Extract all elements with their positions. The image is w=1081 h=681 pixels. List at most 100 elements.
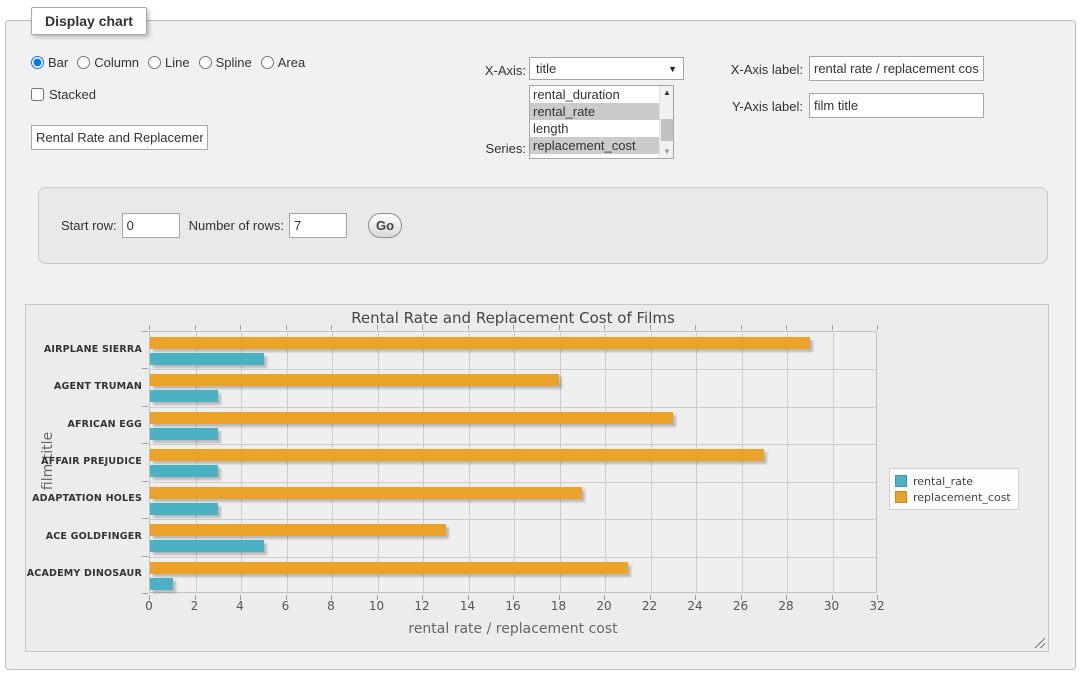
chart-type-bar[interactable]: Bar bbox=[31, 55, 68, 70]
go-button[interactable]: Go bbox=[368, 213, 402, 238]
chart-type-area[interactable]: Area bbox=[261, 55, 305, 70]
grid-line-horizontal bbox=[150, 482, 876, 483]
radio-column[interactable] bbox=[77, 56, 90, 69]
grid-line-horizontal bbox=[150, 369, 876, 370]
grid-line-vertical bbox=[196, 332, 197, 592]
chart-container: Rental Rate and Replacement Cost of Film… bbox=[25, 304, 1049, 652]
x-tick-label: 12 bbox=[402, 599, 442, 613]
bar-rental-rate-airplane-sierra bbox=[150, 353, 264, 365]
x-axis-top-tick bbox=[832, 325, 833, 330]
x-axis-top-tick bbox=[877, 325, 878, 330]
x-axis-top-tick bbox=[331, 325, 332, 330]
resize-grip[interactable] bbox=[1034, 637, 1045, 648]
scrollbar-thumb[interactable] bbox=[661, 119, 673, 141]
x-tick-label: 8 bbox=[311, 599, 351, 613]
x-axis-top-tick bbox=[468, 325, 469, 330]
x-axis-top-tick bbox=[149, 325, 150, 330]
x-axis-top-tick bbox=[559, 325, 560, 330]
legend-entry-replacement-cost: replacement_cost bbox=[895, 489, 1011, 505]
x-tick-label: 28 bbox=[766, 599, 806, 613]
x-tick-label: 18 bbox=[539, 599, 579, 613]
series-listbox[interactable]: rental_durationrental_ratelengthreplacem… bbox=[529, 85, 674, 159]
num-rows-input[interactable] bbox=[289, 213, 347, 238]
bar-rental-rate-adaptation-holes bbox=[150, 503, 218, 515]
chart-type-line[interactable]: Line bbox=[148, 55, 190, 70]
radio-label-area: Area bbox=[278, 55, 305, 70]
bar-replacement-cost-academy-dinosaur bbox=[150, 562, 628, 574]
x-axis-select[interactable]: title ▼ bbox=[529, 57, 684, 80]
chart-type-radio-group: Bar Column Line Spline Area bbox=[31, 55, 314, 70]
x-tick-label: 2 bbox=[175, 599, 215, 613]
x-tick-label: 26 bbox=[721, 599, 761, 613]
grid-line-vertical bbox=[514, 332, 515, 592]
x-tick-label: 4 bbox=[220, 599, 260, 613]
chart-title-input[interactable] bbox=[31, 125, 208, 150]
grid-line-horizontal bbox=[150, 557, 876, 558]
bar-rental-rate-ace-goldfinger bbox=[150, 540, 264, 552]
y-axis-tick bbox=[142, 406, 148, 407]
legend-label-replacement-cost: replacement_cost bbox=[913, 491, 1011, 504]
bar-rental-rate-academy-dinosaur bbox=[150, 578, 173, 590]
scroll-up-icon[interactable]: ▲ bbox=[660, 86, 674, 99]
bar-replacement-cost-adaptation-holes bbox=[150, 487, 582, 499]
category-label-affair-prejudice: AFFAIR PREJUDICE bbox=[26, 456, 142, 467]
x-axis-top-tick bbox=[240, 325, 241, 330]
radio-line[interactable] bbox=[148, 56, 161, 69]
series-scrollbar[interactable]: ▲ ▼ bbox=[659, 86, 673, 158]
series-option-length[interactable]: length bbox=[530, 120, 659, 137]
grid-line-horizontal bbox=[150, 444, 876, 445]
series-list-label: Series: bbox=[426, 141, 526, 156]
panel-legend: Display chart bbox=[31, 7, 147, 35]
start-row-label: Start row: bbox=[61, 218, 117, 233]
x-axis-top-tick bbox=[422, 325, 423, 330]
grid-line-vertical bbox=[833, 332, 834, 592]
grid-line-vertical bbox=[560, 332, 561, 592]
num-rows-label: Number of rows: bbox=[189, 218, 284, 233]
y-axis-tick bbox=[142, 331, 148, 332]
radio-label-spline: Spline bbox=[216, 55, 252, 70]
x-axis-top-tick bbox=[286, 325, 287, 330]
radio-spline[interactable] bbox=[199, 56, 212, 69]
x-axis-label-input[interactable] bbox=[809, 56, 984, 81]
bar-replacement-cost-airplane-sierra bbox=[150, 337, 810, 349]
series-option-rental-duration[interactable]: rental_duration bbox=[530, 86, 659, 103]
grid-line-horizontal bbox=[150, 407, 876, 408]
x-tick-label: 20 bbox=[584, 599, 624, 613]
x-tick-label: 24 bbox=[675, 599, 715, 613]
category-label-african-egg: AFRICAN EGG bbox=[26, 419, 142, 430]
start-row-input[interactable] bbox=[122, 213, 180, 238]
grid-line-vertical bbox=[742, 332, 743, 592]
series-option-rental-rate[interactable]: rental_rate bbox=[530, 103, 659, 120]
y-axis-label-input[interactable] bbox=[809, 93, 984, 118]
y-axis-tick bbox=[142, 593, 148, 594]
bar-rental-rate-african-egg bbox=[150, 428, 218, 440]
chart-type-column[interactable]: Column bbox=[77, 55, 139, 70]
stacked-checkbox[interactable] bbox=[31, 88, 44, 101]
y-axis-tick bbox=[142, 481, 148, 482]
grid-line-horizontal bbox=[150, 519, 876, 520]
chart-legend: rental_rate replacement_cost bbox=[889, 468, 1019, 510]
grid-line-vertical bbox=[423, 332, 424, 592]
chart-type-spline[interactable]: Spline bbox=[199, 55, 252, 70]
bar-replacement-cost-agent-truman bbox=[150, 374, 559, 386]
stacked-checkbox-row[interactable]: Stacked bbox=[31, 87, 96, 102]
radio-label-column: Column bbox=[94, 55, 139, 70]
row-controls-panel: Start row: Number of rows: Go bbox=[38, 187, 1048, 264]
x-axis-selected-value: title bbox=[536, 61, 668, 76]
x-axis-top-tick bbox=[786, 325, 787, 330]
series-option-replacement-cost[interactable]: replacement_cost bbox=[530, 137, 659, 154]
x-tick-label: 16 bbox=[493, 599, 533, 613]
legend-swatch-replacement-cost bbox=[895, 491, 907, 503]
category-label-adaptation-holes: ADAPTATION HOLES bbox=[26, 493, 142, 504]
scroll-down-icon[interactable]: ▼ bbox=[660, 145, 674, 158]
x-tick-label: 0 bbox=[129, 599, 169, 613]
x-tick-label: 14 bbox=[448, 599, 488, 613]
grid-line-vertical bbox=[469, 332, 470, 592]
x-axis-top-tick bbox=[741, 325, 742, 330]
radio-label-line: Line bbox=[165, 55, 190, 70]
x-axis-label-label: X-Axis label: bbox=[703, 62, 803, 77]
legend-label-rental-rate: rental_rate bbox=[913, 475, 973, 488]
radio-area[interactable] bbox=[261, 56, 274, 69]
radio-bar[interactable] bbox=[31, 56, 44, 69]
series-options: rental_durationrental_ratelengthreplacem… bbox=[530, 86, 659, 158]
